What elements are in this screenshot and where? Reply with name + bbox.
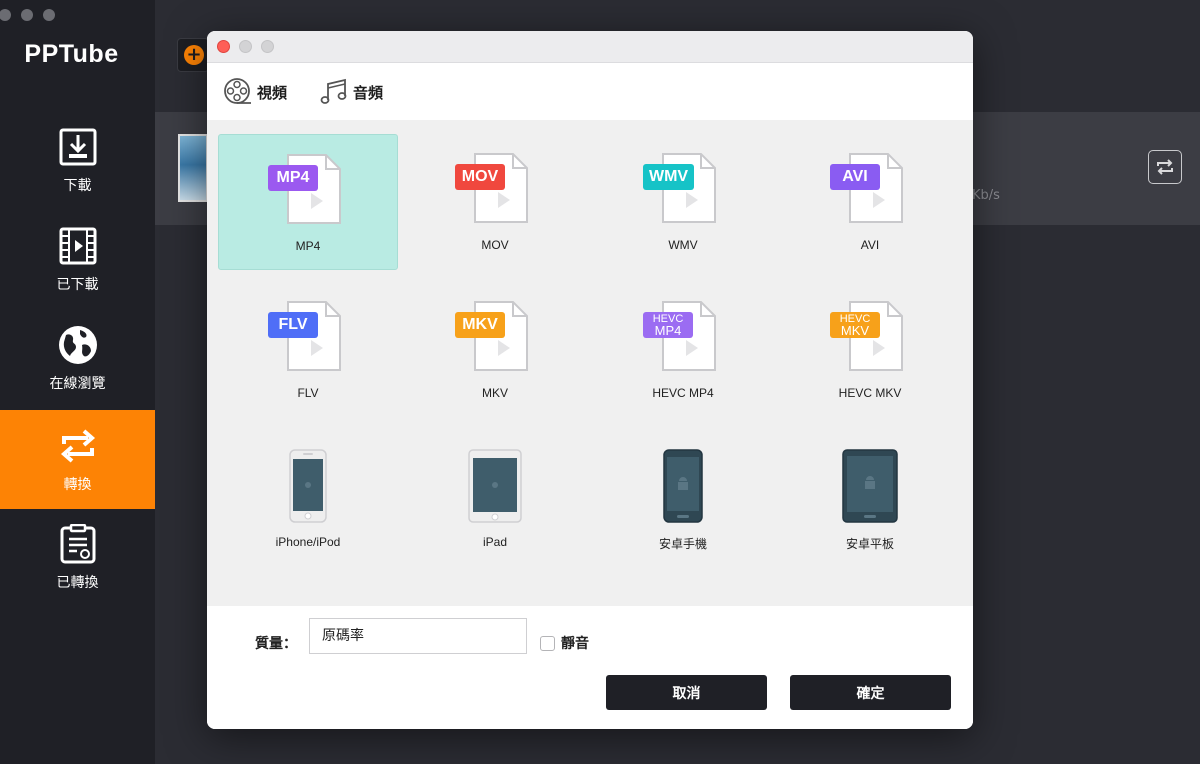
format-label: AVI — [860, 238, 880, 252]
format-badge: MP4 — [268, 165, 318, 191]
format-ipad[interactable]: iPad — [405, 431, 585, 567]
format-label: HEVC MKV — [838, 386, 902, 400]
format-label: MKV — [481, 386, 508, 400]
format-wmv[interactable]: WMV WMV — [593, 134, 773, 270]
iphone-icon — [268, 449, 348, 525]
dialog-minimize-button[interactable] — [239, 40, 252, 53]
sidebar-item-browse[interactable]: 在線瀏覽 — [0, 309, 155, 408]
format-avi[interactable]: AVI AVI — [780, 134, 960, 270]
dialog-close-button[interactable] — [217, 40, 230, 53]
format-mov[interactable]: MOV MOV — [405, 134, 585, 270]
quality-field[interactable]: 原碼率 — [309, 618, 527, 654]
ipad-icon — [455, 449, 535, 525]
sidebar-item-convert[interactable]: 轉換 — [0, 410, 155, 509]
sidebar-item-label: 轉換 — [63, 476, 92, 493]
format-grid: MP4 MP4 MOV MOV WMV WMV AVI AVI FLV FLV … — [207, 120, 973, 606]
format-mkv[interactable]: MKV MKV — [405, 282, 585, 418]
format-label: iPad — [482, 535, 508, 549]
format-mp4[interactable]: MP4 MP4 — [218, 134, 398, 270]
confirm-button[interactable]: 確定 — [790, 675, 951, 710]
dialog-zoom-button[interactable] — [261, 40, 274, 53]
plus-icon: + — [184, 45, 204, 65]
sidebar-item-label: 已下載 — [56, 276, 99, 293]
quality-label: 質量： — [255, 636, 297, 652]
format-hevc-mp4[interactable]: HEVC MP4 HEVC MP4 — [593, 282, 773, 418]
format-label: MP4 — [295, 239, 321, 253]
convert-icon — [58, 426, 98, 466]
sidebar-item-download[interactable]: 下載 — [0, 111, 155, 210]
download-icon — [58, 127, 98, 167]
mp4-file-icon: MP4 — [268, 153, 348, 229]
mov-file-icon: MOV — [455, 152, 535, 228]
format-label: iPhone/iPod — [275, 535, 341, 549]
format-android-phone[interactable]: 安卓手機 — [593, 431, 773, 567]
hevc-mp4-file-icon: HEVC MP4 — [643, 300, 723, 376]
mute-label: 靜音 — [561, 636, 589, 652]
format-badge: MOV — [455, 164, 505, 190]
format-badge: AVI — [830, 164, 880, 190]
film-icon — [58, 226, 98, 266]
globe-icon — [58, 325, 98, 365]
format-label: MOV — [481, 238, 509, 252]
window-controls[interactable] — [0, 9, 55, 21]
badge-line: MP4 — [654, 323, 682, 338]
app-title: PPTube — [24, 40, 119, 68]
add-button[interactable]: + — [177, 38, 209, 72]
sidebar-item-label: 在線瀏覽 — [49, 375, 106, 392]
hevc-mkv-file-icon: HEVC MKV — [830, 300, 910, 376]
cancel-button[interactable]: 取消 — [606, 675, 767, 710]
format-label: WMV — [668, 238, 698, 252]
sidebar-item-label: 下載 — [63, 177, 92, 194]
format-hevc-mkv[interactable]: HEVC MKV HEVC MKV — [780, 282, 960, 418]
format-label: 安卓平板 — [845, 537, 894, 551]
close-window-button[interactable] — [0, 9, 11, 21]
video-thumbnail — [178, 134, 208, 202]
format-flv[interactable]: FLV FLV — [218, 282, 398, 418]
wmv-file-icon: WMV — [643, 152, 723, 228]
film-reel-icon — [224, 78, 251, 104]
format-iphone[interactable]: iPhone/iPod — [218, 431, 398, 567]
sidebar-item-converted[interactable]: 已轉換 — [0, 508, 155, 607]
mute-checkbox[interactable]: 靜音 — [540, 633, 589, 653]
music-note-icon — [320, 78, 347, 104]
sidebar: PPTube 下載 已下載 在線瀏覽 轉換 已轉換 — [0, 0, 155, 764]
format-label: 安卓手機 — [658, 537, 707, 551]
avi-file-icon: AVI — [830, 152, 910, 228]
android-tablet-icon — [830, 449, 910, 525]
tab-label: 視頻 — [257, 83, 288, 102]
sidebar-item-label: 已轉換 — [56, 574, 99, 591]
sidebar-item-downloaded[interactable]: 已下載 — [0, 210, 155, 309]
format-badge: FLV — [268, 312, 318, 338]
format-label: FLV — [297, 386, 319, 400]
mkv-file-icon: MKV — [455, 300, 535, 376]
format-badge: WMV — [643, 164, 695, 190]
dialog-footer: 質量： 原碼率 靜音 取消 確定 — [207, 606, 973, 729]
speed-text: Kb/s — [972, 188, 1000, 203]
format-badge: MKV — [455, 312, 505, 338]
format-badge: HEVC MP4 — [643, 312, 693, 338]
tab-video[interactable]: 視頻 — [223, 76, 287, 108]
format-dialog: 視頻 音頻 MP4 MP4 MOV MOV WMV WMV AVI AVI FL… — [207, 31, 973, 729]
convert-icon — [1157, 159, 1173, 175]
dialog-titlebar — [207, 31, 973, 63]
tab-audio[interactable]: 音頻 — [319, 76, 383, 108]
android-phone-icon — [643, 449, 723, 525]
format-badge: HEVC MKV — [830, 312, 880, 338]
format-android-tablet[interactable]: 安卓平板 — [780, 431, 960, 567]
badge-line: MKV — [840, 323, 870, 338]
zoom-window-button[interactable] — [43, 9, 55, 21]
checkbox-box[interactable] — [540, 635, 555, 651]
format-tabs: 視頻 音頻 — [207, 64, 973, 153]
format-label: HEVC MP4 — [652, 386, 714, 400]
convert-task-button[interactable] — [1148, 150, 1182, 184]
flv-file-icon: FLV — [268, 300, 348, 376]
minimize-window-button[interactable] — [21, 9, 33, 21]
tab-label: 音頻 — [353, 83, 384, 102]
converted-list-icon — [58, 523, 98, 564]
